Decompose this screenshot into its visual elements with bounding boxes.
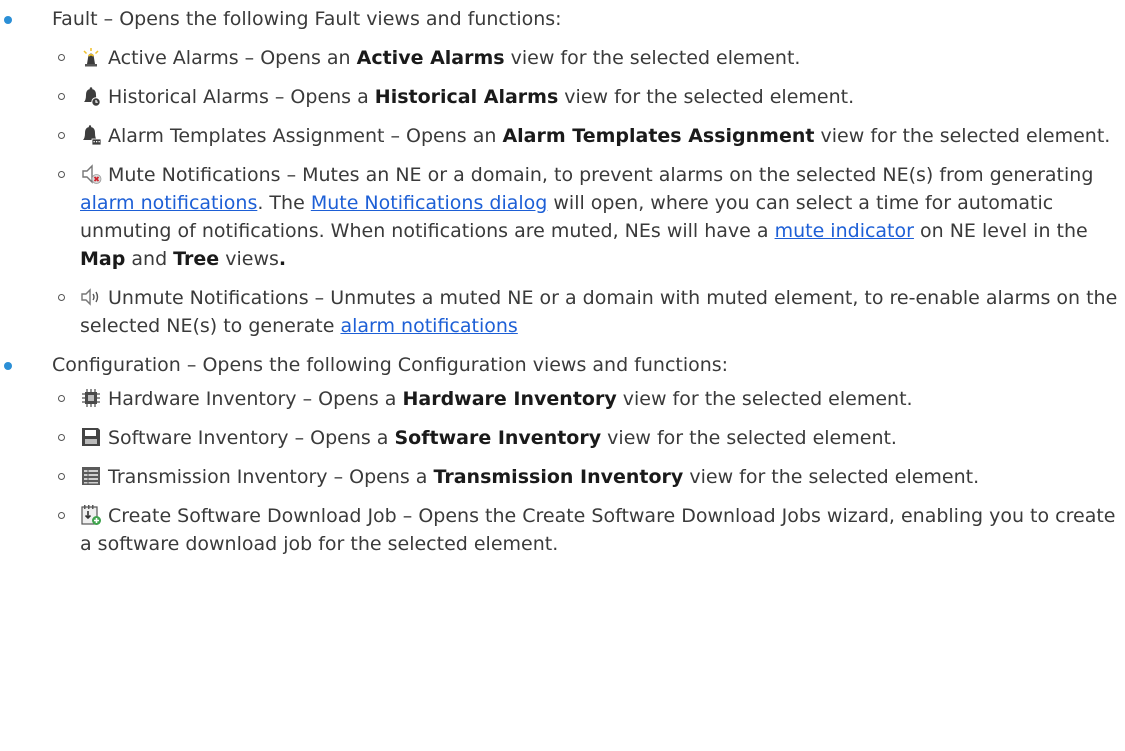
configuration-items: Hardware Inventory – Opens a Hardware In… bbox=[52, 385, 1125, 558]
item-text: view for the selected element. bbox=[558, 86, 855, 108]
item-name: Transmission Inventory bbox=[108, 466, 328, 488]
list-item-transmission-inventory: Transmission Inventory – Opens a Transmi… bbox=[0, 463, 1125, 491]
software-inventory-icon bbox=[80, 426, 102, 448]
fault-description: – Opens the following Fault views and fu… bbox=[97, 8, 562, 30]
alarm-templates-icon bbox=[80, 124, 102, 146]
create-download-job-icon bbox=[80, 504, 102, 526]
item-text: – Opens a bbox=[288, 427, 395, 449]
item-text: – Opens an bbox=[384, 125, 503, 147]
tree-bold: Tree bbox=[173, 248, 220, 270]
item-text: on NE level in the bbox=[913, 220, 1088, 242]
list-item-create-download-job: Create Software Download Job – Opens the… bbox=[0, 502, 1125, 558]
hardware-inventory-icon bbox=[80, 387, 102, 409]
item-text: view for the selected element. bbox=[683, 466, 980, 488]
configuration-label: Configuration bbox=[52, 354, 181, 376]
item-text: view for the selected element. bbox=[504, 47, 801, 69]
alarm-notifications-link[interactable]: alarm notifications bbox=[80, 192, 257, 214]
fault-label: Fault bbox=[52, 8, 98, 30]
fault-heading: Fault – Opens the following Fault views … bbox=[52, 5, 1125, 33]
item-bold: Active Alarms bbox=[356, 47, 505, 69]
item-bold: Hardware Inventory bbox=[402, 388, 617, 410]
configuration-description: – Opens the following Configuration view… bbox=[180, 354, 729, 376]
item-name: Mute Notifications bbox=[108, 164, 281, 186]
item-text: view for the selected element. bbox=[814, 125, 1111, 147]
active-alarms-icon bbox=[80, 46, 102, 68]
list-item-mute-notifications: Mute Notifications – Mutes an NE or a do… bbox=[0, 161, 1125, 273]
item-name: Active Alarms bbox=[108, 47, 239, 69]
alarm-notifications-link[interactable]: alarm notifications bbox=[340, 315, 517, 337]
transmission-inventory-icon bbox=[80, 465, 102, 487]
item-bold: Software Inventory bbox=[394, 427, 602, 449]
item-text: – Mutes an NE or a domain, to prevent al… bbox=[280, 164, 1094, 186]
list-item-active-alarms: Active Alarms – Opens an Active Alarms v… bbox=[0, 44, 1125, 72]
item-text: view for the selected element. bbox=[601, 427, 897, 449]
mute-notifications-dialog-link[interactable]: Mute Notifications dialog bbox=[311, 192, 548, 214]
item-text: and bbox=[125, 248, 174, 270]
list-item-hardware-inventory: Hardware Inventory – Opens a Hardware In… bbox=[0, 385, 1125, 413]
item-name: Unmute Notifications bbox=[108, 287, 309, 309]
list-item-alarm-templates: Alarm Templates Assignment – Opens an Al… bbox=[0, 122, 1125, 150]
fault-section: Fault – Opens the following Fault views … bbox=[0, 5, 1125, 340]
unmute-notifications-icon bbox=[80, 286, 102, 308]
function-list: Fault – Opens the following Fault views … bbox=[0, 0, 1125, 558]
item-text: – Opens a bbox=[296, 388, 403, 410]
configuration-heading: Configuration – Opens the following Conf… bbox=[52, 351, 1125, 379]
item-name: Hardware Inventory bbox=[108, 388, 297, 410]
mute-indicator-link[interactable]: mute indicator bbox=[775, 220, 914, 242]
item-text: views bbox=[219, 248, 279, 270]
list-item-software-inventory: Software Inventory – Opens a Software In… bbox=[0, 424, 1125, 452]
historical-alarms-icon bbox=[80, 85, 102, 107]
item-text: – Opens an bbox=[238, 47, 357, 69]
item-bold: Historical Alarms bbox=[374, 86, 559, 108]
item-text: – Opens a bbox=[268, 86, 375, 108]
item-name: Software Inventory bbox=[108, 427, 289, 449]
item-name: Create Software Download Job bbox=[108, 505, 397, 527]
item-text: view for the selected element. bbox=[616, 388, 913, 410]
list-item-historical-alarms: Historical Alarms – Opens a Historical A… bbox=[0, 83, 1125, 111]
period-bold: . bbox=[278, 248, 287, 270]
document-page: Fault – Opens the following Fault views … bbox=[0, 0, 1125, 751]
item-text: . The bbox=[257, 192, 311, 214]
map-bold: Map bbox=[80, 248, 126, 270]
item-bold: Transmission Inventory bbox=[433, 466, 684, 488]
list-item-unmute-notifications: Unmute Notifications – Unmutes a muted N… bbox=[0, 284, 1125, 340]
mute-notifications-icon bbox=[80, 163, 102, 185]
item-name: Historical Alarms bbox=[108, 86, 269, 108]
item-bold: Alarm Templates Assignment bbox=[502, 125, 815, 147]
item-name: Alarm Templates Assignment bbox=[108, 125, 385, 147]
configuration-section: Configuration – Opens the following Conf… bbox=[0, 351, 1125, 558]
item-text: – Opens a bbox=[327, 466, 434, 488]
fault-items: Active Alarms – Opens an Active Alarms v… bbox=[52, 44, 1125, 340]
